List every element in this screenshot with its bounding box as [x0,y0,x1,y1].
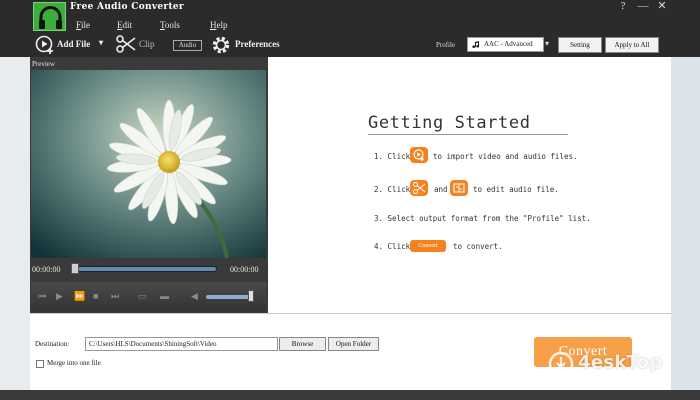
clip-button[interactable]: Clip [139,39,155,49]
fast-forward-icon[interactable]: ⏩ [74,291,85,302]
step-3-text: 3. Select output format from the "Profil… [374,214,591,223]
seek-handle[interactable] [71,263,79,274]
destination-label: Destination: [35,340,70,348]
destination-input[interactable]: C:\Users\HLS\Documents\ShiningSoft\Video [85,337,278,351]
clip-scissors-icon[interactable] [116,35,136,58]
volume-icon[interactable]: ◀ [191,291,198,302]
minimize-icon[interactable]: — [634,0,652,13]
step-4-text: to convert. [453,242,503,251]
watermark-text: 4eskTop [578,352,663,373]
menu-tools[interactable]: Tools [160,20,180,30]
preview-video-daisy-image [31,70,266,258]
profile-select[interactable]: AAC - Advanced [467,37,544,52]
profile-label: Profile [436,41,456,49]
open-folder-button[interactable]: Open Folder [328,337,379,351]
time-current: 00:00:00 [32,265,61,274]
seek-slider[interactable] [72,266,217,272]
step-2-text: to edit audio file. [473,185,559,194]
getting-started-panel [268,57,671,313]
add-file-dropdown-icon[interactable]: ▾ [99,38,103,47]
step-2-and: and [434,185,448,194]
title-divider [368,134,568,135]
help-icon[interactable]: ? [614,0,632,13]
volume-handle[interactable] [248,290,254,302]
profile-dropdown-icon[interactable]: ▾ [545,39,549,48]
apply-to-all-button[interactable]: Apply to All [605,37,659,53]
background-right [671,57,700,390]
bottom-edge [0,390,700,400]
step-1-prefix: 1. Click [374,152,411,161]
browse-button[interactable]: Browse [279,337,326,351]
menu-help[interactable]: Help [210,20,228,30]
play-icon[interactable]: ▶ [56,291,63,302]
skip-forward-icon[interactable]: ⏭ [111,291,119,302]
convert-step-chip[interactable]: Convert [410,240,446,252]
add-file-button[interactable]: Add File [57,39,90,49]
folder-icon[interactable]: ▬ [160,291,169,301]
step-4-prefix: 4. Click [374,242,411,251]
menu-edit[interactable]: Edit [117,20,132,30]
menu-file[interactable]: File [76,20,90,30]
snapshot-icon[interactable]: ▭ [138,291,147,302]
preferences-button[interactable]: Preferences [235,39,280,49]
add-file-step-icon[interactable] [410,147,428,163]
profile-value: AAC - Advanced [484,40,533,48]
getting-started-title: Getting Started [368,113,531,133]
time-total: 00:00:00 [230,265,259,274]
close-icon[interactable]: ✕ [653,0,671,13]
volume-slider[interactable] [206,295,254,299]
watermark-logo-icon [548,351,574,382]
background-left [0,57,30,390]
app-title: Free Audio Converter [70,2,184,12]
edit-step-icon[interactable] [450,180,468,196]
setting-button[interactable]: Setting [558,37,602,53]
music-note-icon [472,41,480,49]
clip-step-scissors-icon[interactable] [410,180,428,196]
preview-label: Preview [32,60,55,68]
step-1-text: to import video and audio files. [433,152,578,161]
step-2-prefix: 2. Click [374,185,411,194]
stop-icon[interactable]: ■ [93,291,98,301]
app-logo-headphones-icon [33,2,66,31]
skip-back-icon[interactable]: ⏮ [38,291,46,302]
merge-label: Merge into one file [47,359,101,367]
merge-checkbox[interactable] [36,360,44,368]
audio-tag: Audio [173,40,202,51]
